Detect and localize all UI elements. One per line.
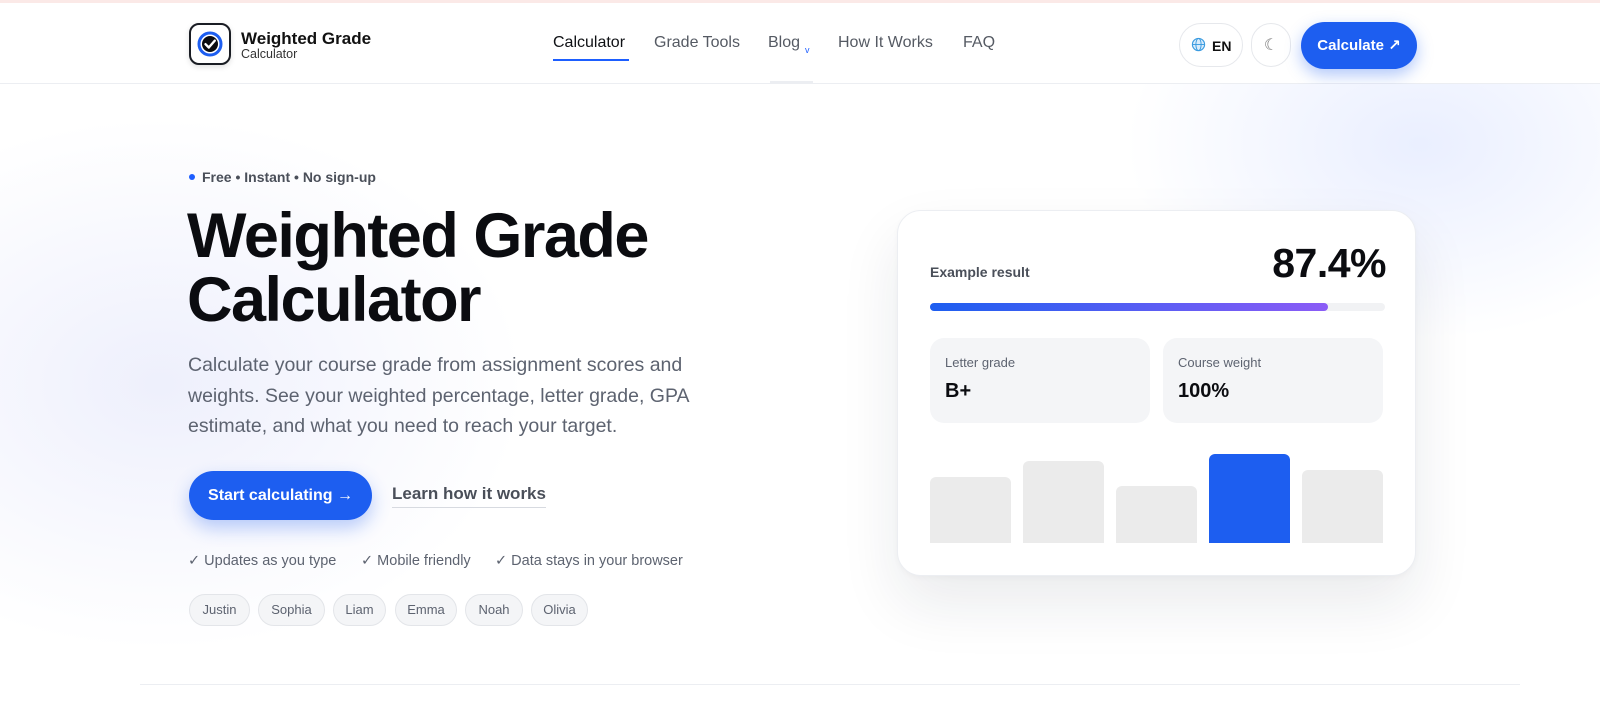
eyebrow-dot-icon	[189, 174, 195, 180]
nav-blog-indicator	[770, 81, 813, 83]
logo-icon[interactable]	[189, 23, 231, 65]
hero-title-line-2: Calculator	[187, 265, 482, 335]
name-chip[interactable]: Olivia	[531, 594, 588, 626]
nav-faq[interactable]: FAQ	[963, 34, 995, 52]
name-chip[interactable]: Liam	[333, 594, 386, 626]
name-chip[interactable]: Emma	[395, 594, 457, 626]
moon-icon[interactable]: ☾	[1251, 23, 1291, 67]
hero-eyebrow: Free • Instant • No sign-up	[202, 169, 376, 185]
nav-grade-tools[interactable]: Grade Tools	[654, 34, 740, 52]
mini-bar	[930, 477, 1011, 543]
feature-mobile: ✓ Mobile friendly	[361, 553, 471, 569]
name-chip[interactable]: Noah	[465, 594, 523, 626]
globe-icon	[1191, 37, 1206, 52]
mini-bar	[1302, 470, 1383, 543]
course-weight-value: 100%	[1178, 380, 1230, 402]
name-chip[interactable]: Justin	[189, 594, 250, 626]
hero-title: Weighted Grade Calculator	[187, 204, 747, 332]
nav-calculator[interactable]: Calculator	[553, 34, 625, 52]
mini-bar	[1116, 486, 1197, 543]
language-label: EN	[1212, 38, 1232, 54]
hero-title-line-1: Weighted Grade	[187, 201, 649, 271]
start-calculating-button[interactable]: Start calculating →	[189, 471, 372, 520]
letter-grade-label: Letter grade	[945, 355, 1016, 370]
site-header: Weighted Grade Calculator Calculator Gra…	[0, 3, 1600, 84]
letter-grade-value: B+	[945, 380, 972, 402]
result-progress-bar	[930, 303, 1385, 311]
calculate-button[interactable]: Calculate ↗	[1301, 22, 1417, 69]
example-result-card: Example result 87.4% Letter grade B+ Cou…	[897, 210, 1416, 576]
name-chip[interactable]: Sophia	[258, 594, 325, 626]
mini-bar	[1023, 461, 1104, 543]
brand-subtitle: Calculator	[241, 47, 298, 61]
course-weight-box: Course weight 100%	[1163, 338, 1383, 423]
letter-grade-box: Letter grade B+	[930, 338, 1150, 423]
brand-title[interactable]: Weighted Grade	[241, 29, 371, 49]
language-selector[interactable]: EN	[1179, 23, 1243, 67]
nav-how-it-works[interactable]: How It Works	[838, 34, 933, 52]
chevron-down-icon[interactable]: v	[805, 45, 810, 55]
nav-blog[interactable]: Blog	[768, 34, 800, 52]
learn-how-it-works-link[interactable]: Learn how it works	[392, 484, 546, 508]
mini-bar-highlight	[1209, 454, 1290, 543]
nav-active-indicator	[553, 59, 629, 61]
feature-privacy: ✓ Data stays in your browser	[495, 553, 683, 569]
result-progress-fill	[930, 303, 1328, 311]
example-result-label: Example result	[930, 264, 1030, 280]
hero-description: Calculate your course grade from assignm…	[188, 354, 689, 437]
feature-updates: ✓ Updates as you type	[188, 553, 337, 569]
example-result-value: 87.4%	[1272, 240, 1386, 286]
course-weight-label: Course weight	[1178, 355, 1262, 370]
section-divider	[140, 684, 1520, 685]
